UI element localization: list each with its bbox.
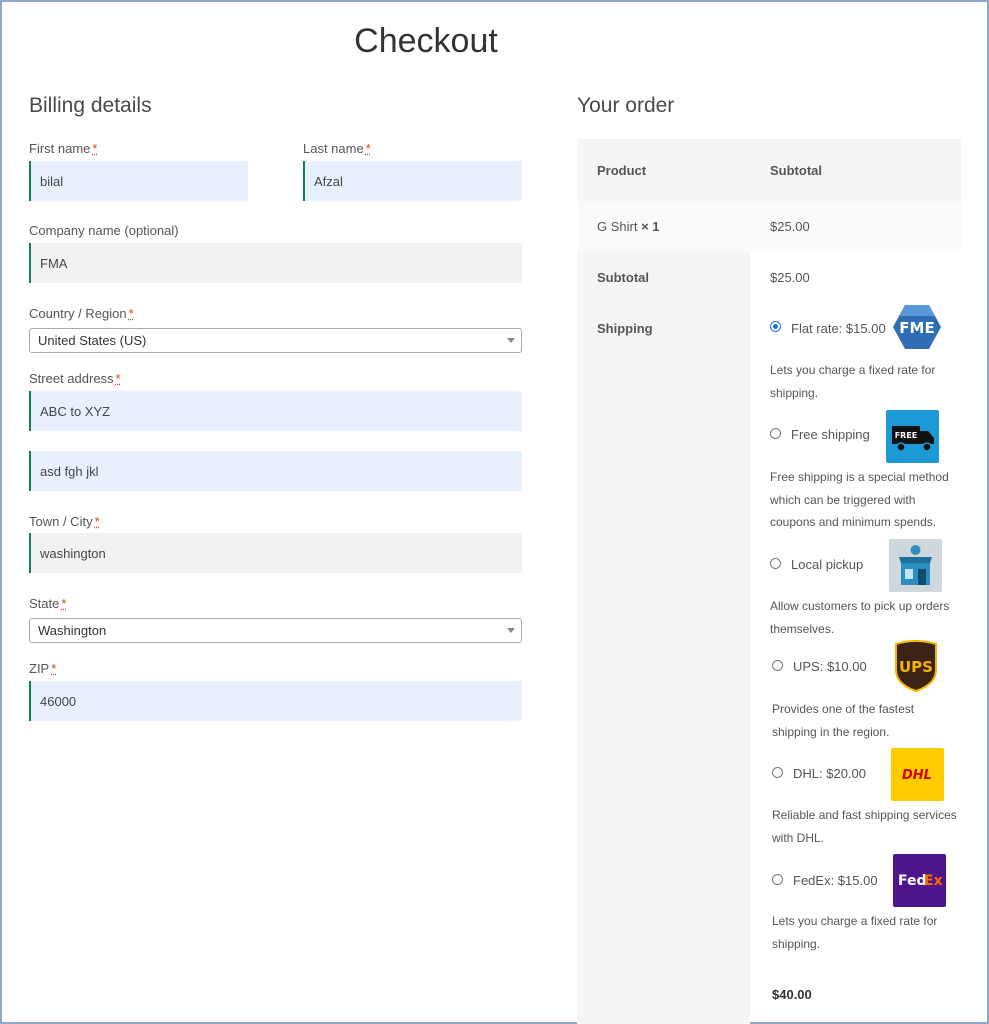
zip-input[interactable]: 46000 xyxy=(29,681,522,721)
last-name-input[interactable]: Afzal xyxy=(303,161,522,201)
product-column-header: Product xyxy=(597,163,647,178)
fedex-radio[interactable] xyxy=(772,874,783,885)
dhl-logo-icon: DHL xyxy=(891,748,944,801)
free-logo-text: FREE xyxy=(895,431,918,440)
ups-radio[interactable] xyxy=(772,660,783,671)
item-price: $25.00 xyxy=(770,219,810,234)
state-select-value: Washington xyxy=(38,623,107,638)
ups-logo-text: UPS xyxy=(899,658,933,676)
subtotal-label: Subtotal xyxy=(597,270,649,285)
flat-rate-label: Flat rate: $15.00 xyxy=(791,321,886,336)
local-pickup-description: Allow customers to pick up orders themse… xyxy=(770,599,950,636)
billing-title: Billing details xyxy=(29,94,152,117)
subtotal-column-header: Subtotal xyxy=(770,163,822,178)
ups-logo-icon: UPS xyxy=(890,640,943,693)
free-truck-icon: FREE xyxy=(886,410,939,463)
svg-text:FME: FME xyxy=(899,319,934,337)
dhl-description: Reliable and fast shipping services with… xyxy=(772,808,957,845)
street-line2-input[interactable]: asd fgh jkl xyxy=(29,451,522,491)
fedex-logo-icon: Fed Ex xyxy=(893,854,946,907)
fedex-logo-text-ex: Ex xyxy=(924,873,943,889)
fedex-label: FedEx: $15.00 xyxy=(793,873,878,888)
flat-rate-description: Lets you charge a fixed rate for shippin… xyxy=(770,363,936,400)
subtotal-value: $25.00 xyxy=(770,270,810,285)
shipping-label: Shipping xyxy=(597,321,653,336)
dhl-logo-text: DHL xyxy=(902,768,932,783)
local-pickup-radio[interactable] xyxy=(770,558,781,569)
store-icon xyxy=(889,539,942,592)
state-select[interactable]: Washington xyxy=(29,618,522,643)
last-name-label: Last name * xyxy=(303,141,371,156)
flat-rate-radio[interactable] xyxy=(770,321,781,332)
local-pickup-label: Local pickup xyxy=(791,557,864,572)
item-quantity: × 1 xyxy=(641,219,660,234)
company-label: Company name (optional) xyxy=(29,223,179,238)
first-name-input[interactable]: bilal xyxy=(29,161,248,201)
city-label: Town / City * xyxy=(29,514,100,529)
street-label: Street address * xyxy=(29,371,121,386)
chevron-down-icon xyxy=(507,628,515,633)
order-label-column xyxy=(577,252,750,1024)
country-select[interactable]: United States (US) xyxy=(29,328,522,353)
first-name-label: First name * xyxy=(29,141,98,156)
chevron-down-icon xyxy=(507,338,515,343)
zip-label: ZIP * xyxy=(29,661,57,676)
street-line1-input[interactable]: ABC to XYZ xyxy=(29,391,522,431)
free-shipping-description: Free shipping is a special method which … xyxy=(770,470,949,529)
dhl-radio[interactable] xyxy=(772,767,783,778)
state-label: State * xyxy=(29,596,67,611)
page-title: Checkout xyxy=(354,22,498,60)
country-select-value: United States (US) xyxy=(38,333,147,348)
ups-label: UPS: $10.00 xyxy=(793,659,867,674)
item-name: G Shirt × 1 xyxy=(597,219,660,234)
ups-description: Provides one of the fastest shipping in … xyxy=(772,702,915,739)
fedex-description: Lets you charge a fixed rate for shippin… xyxy=(772,914,938,951)
dhl-label: DHL: $20.00 xyxy=(793,766,866,781)
free-shipping-label: Free shipping xyxy=(791,427,870,442)
city-input[interactable]: washington xyxy=(29,533,522,573)
country-label: Country / Region * xyxy=(29,306,134,321)
order-total-value: $40.00 xyxy=(772,987,812,1002)
fme-logo-icon: FME xyxy=(891,303,943,351)
fedex-logo-text-fed: Fed xyxy=(898,873,927,889)
company-input[interactable]: FMA xyxy=(29,243,522,283)
order-title: Your order xyxy=(577,94,675,117)
free-shipping-radio[interactable] xyxy=(770,428,781,439)
